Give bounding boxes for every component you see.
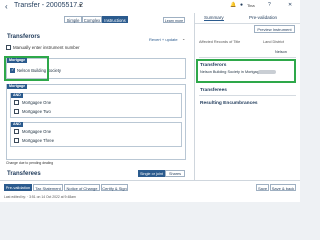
manual-entry-label: Manually enter instrument number (13, 45, 80, 50)
summary-panel (195, 13, 300, 180)
and-tag: AND (11, 93, 23, 98)
help-icon[interactable]: ? (268, 2, 271, 8)
revert-update-link[interactable]: Revert + update (149, 37, 178, 42)
chevron-down-icon[interactable]: ▼ (78, 3, 83, 9)
mortgagee-label: Mortgagee One (22, 129, 52, 134)
single-or-joint-button[interactable]: Single or joint (138, 170, 165, 177)
tab-summary[interactable]: Summary (204, 15, 224, 21)
transferees-summary-heading: Transferees (200, 88, 227, 93)
land-district-value: Nelson (275, 50, 287, 54)
mortgagee-checkbox[interactable] (14, 109, 19, 114)
top-bar: ‹ Transfer - 20005517.2 ▼ 🔔 ● Tina ? ✕ (0, 0, 300, 14)
manual-entry-checkbox[interactable] (6, 45, 11, 50)
pending-dealing-note: Change due to pending dealing (6, 161, 54, 165)
save-button[interactable]: Save (256, 184, 269, 191)
transferors-summary-heading: Transferors (200, 63, 227, 68)
chevron-down-icon[interactable]: ⌄ (182, 36, 185, 41)
encumbrances-heading: Resulting Encumbrances (200, 101, 258, 106)
status-text: Last edited by: · 3:51 on 14 Oct 2022 at… (4, 195, 76, 199)
land-district-label: Land District (263, 40, 285, 44)
redacted-pill (258, 70, 276, 74)
close-icon[interactable]: ✕ (288, 2, 292, 8)
highlight-box (4, 56, 49, 81)
tab-tax-statement[interactable]: Tax Statement (33, 184, 63, 191)
tab-pre-validation[interactable]: Pre-validation (249, 15, 277, 20)
view-simple-button[interactable]: Simple (64, 16, 82, 23)
save-and-back-button[interactable]: Save & back (270, 184, 296, 191)
learn-more-button[interactable]: Learn more (163, 17, 185, 23)
and-group-2 (10, 122, 182, 147)
mortgagee-checkbox[interactable] (14, 129, 19, 134)
view-complex-button[interactable]: Complex (82, 16, 102, 23)
page-title: Transfer - 20005517.2 (14, 2, 84, 9)
mortgagee-checkbox[interactable] (14, 100, 19, 105)
divider (195, 23, 300, 24)
tab-pre-validation[interactable]: Pre-validation (4, 184, 32, 191)
transferors-heading: Transferors (7, 34, 41, 40)
mortgagee-label: Mortgagee One (22, 100, 52, 105)
mortgagee-label: Mortgagee Two (22, 109, 51, 114)
back-arrow-icon[interactable]: ‹ (5, 2, 8, 11)
transferors-summary-text: Nelson Building Society in Mortgage (200, 70, 261, 74)
tab-certify-sign[interactable]: Certify & Sign (101, 184, 128, 191)
user-name[interactable]: Tina (247, 3, 255, 8)
divider (199, 57, 296, 58)
user-icon: ● (240, 2, 244, 8)
and-tag: AND (11, 122, 23, 127)
affected-records-label: Affected Records of Title (199, 40, 241, 44)
transferees-heading: Transferees (7, 171, 41, 177)
and-group-1 (10, 93, 182, 118)
mortgagee-checkbox[interactable] (14, 138, 19, 143)
joint-tag: Mortgage (7, 84, 28, 89)
view-instructions-button[interactable]: Instructions (102, 16, 128, 23)
tab-notice-of-change[interactable]: Notice of Change (64, 184, 100, 191)
bell-icon[interactable]: 🔔 (230, 2, 236, 8)
preview-instrument-button[interactable]: Preview Instrument (254, 25, 295, 33)
shares-button[interactable]: Shares (165, 170, 185, 177)
divider (199, 95, 296, 96)
mortgagee-label: Mortgagee Three (22, 138, 55, 143)
